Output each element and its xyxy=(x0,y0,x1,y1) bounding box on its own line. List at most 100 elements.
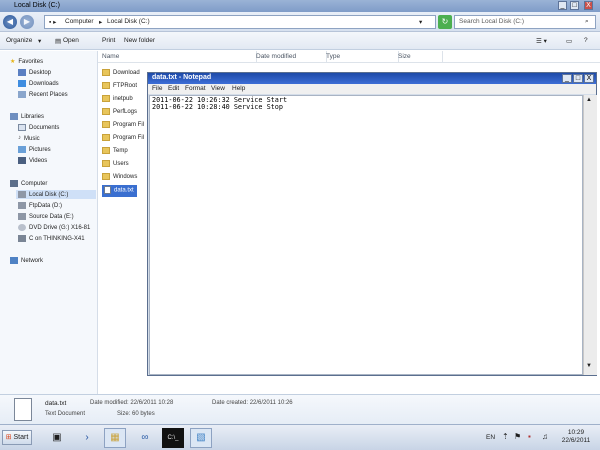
list-item-inetpub[interactable]: inetpub xyxy=(102,95,133,107)
column-name[interactable]: Name xyxy=(98,51,257,63)
nav-network[interactable]: Network xyxy=(10,257,43,264)
chevron-down-icon: ▾ xyxy=(38,38,42,45)
explorer-taskbar-icon[interactable]: ▦ xyxy=(104,428,126,448)
tray-chevron-icon[interactable]: ⇡ xyxy=(502,432,509,441)
search-placeholder: Search Local Disk (C:) xyxy=(459,18,525,25)
open-button[interactable]: Open xyxy=(63,37,79,44)
open-icon: ▤ xyxy=(55,38,62,45)
notepad-maximize-button[interactable]: □ xyxy=(573,74,583,83)
notepad-close-button[interactable]: X xyxy=(584,74,594,83)
organize-button[interactable]: Organize xyxy=(6,37,32,44)
documents-icon xyxy=(18,124,26,131)
folder-icon xyxy=(102,121,110,128)
vertical-scrollbar[interactable]: ▲ ▼ xyxy=(583,95,597,375)
nav-computer[interactable]: Computer xyxy=(10,180,47,187)
command-prompt-icon[interactable]: C:\_ xyxy=(162,428,184,448)
clock[interactable]: 10:29 22/6/2011 xyxy=(556,429,596,445)
menu-help[interactable]: Help xyxy=(232,85,245,92)
notepad-minimize-button[interactable]: _ xyxy=(562,74,572,83)
nav-downloads[interactable]: Downloads xyxy=(18,80,59,87)
notepad-text-area[interactable]: 2011-06-22 10:26:32 Service Start 2011-06… xyxy=(149,95,583,375)
list-item-program-files-x86[interactable]: Program Fil xyxy=(102,134,144,146)
list-item-perflogs[interactable]: PerfLogs xyxy=(102,108,137,120)
nav-documents[interactable]: Documents xyxy=(18,124,59,131)
nav-source-data-e[interactable]: Source Data (E:) xyxy=(18,213,74,220)
list-item-data-txt[interactable]: data.txt xyxy=(102,185,137,197)
print-button[interactable]: Print xyxy=(102,37,115,44)
scroll-down-icon[interactable]: ▼ xyxy=(586,363,592,369)
dvd-icon xyxy=(18,224,26,231)
folder-icon xyxy=(102,95,110,102)
view-options-icon[interactable]: ☰ ▾ xyxy=(536,37,547,45)
desktop-icon xyxy=(18,69,26,76)
breadcrumb-local-disk[interactable]: Local Disk (C:) xyxy=(107,18,150,25)
network-icon xyxy=(10,257,18,264)
breadcrumb-computer[interactable]: Computer xyxy=(65,18,94,25)
list-item-program-files[interactable]: Program Fil xyxy=(102,121,144,133)
explorer-title-bar[interactable]: Local Disk (C:) _ □ X xyxy=(0,0,600,12)
taskbar: ⊞ Start ▣ › ▦ ∞ C:\_ ▧ EN ⇡ ⚑ ▪ ♫ 10:29 2… xyxy=(0,424,600,450)
list-item-download[interactable]: Download xyxy=(102,69,140,81)
nav-local-disk-c[interactable]: Local Disk (C:) xyxy=(16,190,96,200)
start-button[interactable]: ⊞ Start xyxy=(2,430,32,445)
column-size[interactable]: Size xyxy=(394,51,443,63)
close-button[interactable]: X xyxy=(584,1,593,10)
column-header: Name Date modified Type Size xyxy=(98,51,600,63)
windows-logo-icon: ⊞ xyxy=(5,434,12,441)
notepad-title: data.txt - Notepad xyxy=(152,74,212,81)
menu-format[interactable]: Format xyxy=(185,85,206,92)
folder-icon xyxy=(102,160,110,167)
nav-music[interactable]: ♪ Music xyxy=(18,135,40,142)
nav-recent-places[interactable]: Recent Places xyxy=(18,91,68,98)
nav-network-drive-c[interactable]: C on THINKING-X41 xyxy=(18,235,85,242)
back-button[interactable]: ◀ xyxy=(3,15,17,29)
forward-button[interactable]: ▶ xyxy=(20,15,34,29)
volume-icon[interactable]: ♫ xyxy=(542,432,548,441)
address-row: ◀ ▶ ▪ ▸ Computer ▸ Local Disk (C:) ▾ ↻ S… xyxy=(0,12,600,32)
navigation-pane[interactable]: ★ Favorites Desktop Downloads Recent Plac… xyxy=(0,51,98,394)
list-item-users[interactable]: Users xyxy=(102,160,129,172)
nav-ftpdata-d[interactable]: FtpData (D:) xyxy=(18,202,62,209)
notepad-taskbar-icon[interactable]: ▧ xyxy=(190,428,212,448)
list-item-ftproot[interactable]: FTPRoot xyxy=(102,82,137,94)
nav-favorites[interactable]: ★ Favorites xyxy=(10,58,43,65)
minimize-button[interactable]: _ xyxy=(558,1,567,10)
nav-pictures[interactable]: Pictures xyxy=(18,146,51,153)
help-icon[interactable]: ? xyxy=(584,37,588,44)
language-indicator[interactable]: EN xyxy=(486,434,495,441)
column-date-modified[interactable]: Date modified xyxy=(252,51,327,63)
folder-icon xyxy=(102,134,110,141)
notepad-menu-bar: File Edit Format View Help xyxy=(148,84,596,94)
server-manager-icon[interactable]: ▣ xyxy=(46,428,68,448)
refresh-button[interactable]: ↻ xyxy=(438,15,452,29)
maximize-button[interactable]: □ xyxy=(570,1,579,10)
nav-libraries[interactable]: Libraries xyxy=(10,113,44,120)
action-center-icon[interactable]: ⚑ xyxy=(514,432,521,441)
search-icon[interactable]: ⌕ xyxy=(585,18,589,26)
list-item-temp[interactable]: Temp xyxy=(102,147,128,159)
powershell-icon[interactable]: › xyxy=(76,428,98,448)
notepad-window[interactable]: data.txt - Notepad _ □ X File Edit Forma… xyxy=(147,72,597,376)
nav-dvd-drive-g[interactable]: DVD Drive (G:) X16-81 xyxy=(18,224,90,231)
new-folder-button[interactable]: New folder xyxy=(124,37,155,44)
menu-edit[interactable]: Edit xyxy=(168,85,179,92)
network-tray-icon[interactable]: ▪ xyxy=(528,432,531,441)
drive-icon xyxy=(18,202,26,209)
text-file-icon xyxy=(14,398,32,421)
menu-file[interactable]: File xyxy=(152,85,162,92)
text-line: 2011-06-22 10:28:40 Service Stop xyxy=(152,103,283,111)
menu-view[interactable]: View xyxy=(211,85,225,92)
star-icon: ★ xyxy=(10,59,16,65)
preview-pane-icon[interactable]: ▭ xyxy=(566,37,572,45)
scroll-up-icon[interactable]: ▲ xyxy=(586,97,592,103)
nav-desktop[interactable]: Desktop xyxy=(18,69,51,76)
list-item-windows[interactable]: Windows xyxy=(102,173,137,185)
address-bar[interactable]: ▪ ▸ Computer ▸ Local Disk (C:) ▾ xyxy=(44,15,436,29)
nav-videos[interactable]: Videos xyxy=(18,157,47,164)
sql-tools-icon[interactable]: ∞ xyxy=(134,428,156,448)
column-type[interactable]: Type xyxy=(322,51,399,63)
chevron-down-icon[interactable]: ▾ xyxy=(419,18,422,26)
notepad-title-bar[interactable]: data.txt - Notepad _ □ X xyxy=(148,73,596,84)
search-input[interactable]: Search Local Disk (C:) ⌕ xyxy=(454,15,596,29)
computer-icon xyxy=(10,180,18,187)
